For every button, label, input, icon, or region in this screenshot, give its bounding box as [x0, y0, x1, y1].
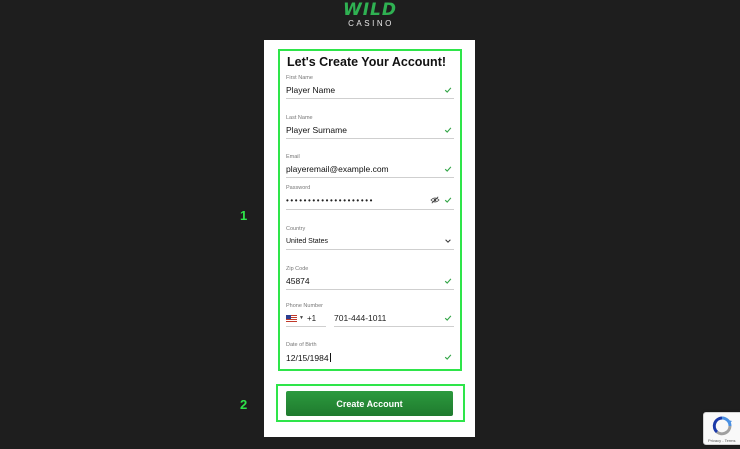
- recaptcha-icon: [712, 416, 732, 436]
- step-number-1: 1: [240, 208, 248, 223]
- logo-brand: WILD: [342, 0, 398, 20]
- recaptcha-badge[interactable]: Privacy - Terms: [703, 412, 740, 445]
- logo-sub: CASINO: [348, 19, 394, 28]
- highlight-button-box: [276, 384, 465, 422]
- step-number-2: 2: [240, 397, 248, 412]
- highlight-form-box: [278, 49, 462, 371]
- wild-casino-logo: WILD CASINO: [0, 0, 740, 29]
- recaptcha-links[interactable]: Privacy - Terms: [708, 438, 735, 443]
